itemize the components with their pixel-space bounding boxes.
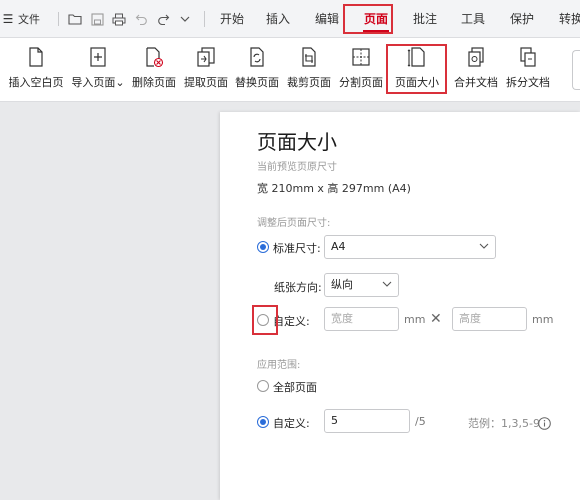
ribbon-tabs: 开始 插入 编辑 页面 批注 工具 保护 转换 xyxy=(198,0,580,38)
divider xyxy=(204,11,205,27)
page-range-input[interactable]: 5 xyxy=(324,409,410,433)
undo-icon[interactable] xyxy=(133,11,149,27)
page-size-icon xyxy=(407,47,425,67)
file-menu-button[interactable]: ☰ 文件 xyxy=(0,9,40,29)
replace-page-button[interactable]: 替换页面 xyxy=(233,46,281,96)
import-page-icon xyxy=(90,47,106,67)
tab-page[interactable]: 页面 xyxy=(351,0,401,38)
orientation-label: 纸张方向: xyxy=(274,281,322,294)
tab-home[interactable]: 开始 xyxy=(211,0,253,38)
page-size-panel: 页面大小 当前预览页原尺寸 宽 210mm x 高 297mm (A4) 调整后… xyxy=(220,112,580,500)
height-input[interactable]: 高度 xyxy=(452,307,527,331)
replace-page-icon xyxy=(250,47,264,67)
print-icon[interactable] xyxy=(111,11,127,27)
ribbon-overflow[interactable] xyxy=(572,50,580,90)
range-example: 范例：1,3,5-9 xyxy=(468,417,540,430)
panel-title: 页面大小 xyxy=(257,130,337,154)
file-menu-label: 文件 xyxy=(18,13,40,26)
tab-convert[interactable]: 转换 xyxy=(547,0,580,38)
ribbon-item-label: 替换页面 xyxy=(235,76,279,89)
ribbon-item-label: 裁剪页面 xyxy=(287,76,331,89)
ribbon-item-label: 删除页面 xyxy=(132,76,176,89)
tab-insert[interactable]: 插入 xyxy=(253,0,303,38)
tab-tools[interactable]: 工具 xyxy=(449,0,497,38)
chevron-down-icon: ⌄ xyxy=(115,76,125,89)
chevron-down-icon xyxy=(479,243,489,249)
quick-access-toolbar xyxy=(56,9,193,29)
times-icon: ✕ xyxy=(430,311,442,327)
folder-icon[interactable] xyxy=(67,11,83,27)
ribbon-item-label: 插入空白页 xyxy=(8,76,64,89)
ribbon-item-label: 页面大小 xyxy=(395,76,439,89)
crop-page-icon xyxy=(302,47,316,67)
ribbon-item-label: 提取页面 xyxy=(184,76,228,89)
split-document-button[interactable]: 拆分文档 xyxy=(504,46,552,96)
orientation-value: 纵向 xyxy=(331,278,353,291)
menu-icon: ☰ xyxy=(2,12,14,26)
ribbon-toolbar: 插入空白页 导入页面⌄ 删除页面 提取页面 替换页面 裁剪页面 分割页面 页面大… xyxy=(0,38,580,102)
height-unit: mm xyxy=(532,313,554,326)
crop-page-button[interactable]: 裁剪页面 xyxy=(285,46,333,96)
redo-icon[interactable] xyxy=(155,11,171,27)
range-custom-radio[interactable] xyxy=(257,416,269,428)
title-bar: ☰ 文件 开始 插入 编辑 页面 批注 工具 保护 转换 xyxy=(0,0,580,38)
tab-protect[interactable]: 保护 xyxy=(497,0,547,38)
standard-size-value: A4 xyxy=(331,240,346,253)
chevron-down-icon[interactable] xyxy=(177,11,193,27)
custom-size-radio[interactable] xyxy=(257,314,269,326)
standard-size-select[interactable]: A4 xyxy=(324,235,496,259)
orientation-select[interactable]: 纵向 xyxy=(324,273,399,297)
width-unit: mm xyxy=(404,313,426,326)
ribbon-item-label: 分割页面 xyxy=(339,76,383,89)
info-icon[interactable] xyxy=(538,415,551,430)
split-doc-icon xyxy=(520,47,536,67)
standard-size-radio[interactable] xyxy=(257,241,269,253)
save-icon[interactable] xyxy=(89,11,105,27)
divider xyxy=(58,12,59,26)
tab-edit[interactable]: 编辑 xyxy=(303,0,351,38)
ribbon-item-label: 合并文档 xyxy=(454,76,498,89)
apply-range-label: 应用范围: xyxy=(257,360,301,371)
blank-page-icon xyxy=(29,47,43,67)
page-total: /5 xyxy=(415,415,426,428)
split-page-button[interactable]: 分割页面 xyxy=(337,46,385,96)
extract-page-button[interactable]: 提取页面 xyxy=(182,46,230,96)
standard-size-label: 标准尺寸: xyxy=(273,242,321,255)
current-size-label: 当前预览页原尺寸 xyxy=(257,162,337,173)
all-pages-radio[interactable] xyxy=(257,380,269,392)
page-size-button[interactable]: 页面大小 xyxy=(389,46,445,96)
delete-page-button[interactable]: 删除页面 xyxy=(130,46,178,96)
import-page-button[interactable]: 导入页面⌄ xyxy=(70,46,126,96)
adjust-size-label: 调整后页面尺寸: xyxy=(257,218,331,229)
custom-size-label: 自定义: xyxy=(273,315,310,328)
insert-blank-page-button[interactable]: 插入空白页 xyxy=(8,46,64,96)
width-input[interactable]: 宽度 xyxy=(324,307,399,331)
extract-page-icon xyxy=(197,47,215,67)
ribbon-item-label: 拆分文档 xyxy=(506,76,550,89)
merge-doc-icon xyxy=(468,47,484,67)
merge-document-button[interactable]: 合并文档 xyxy=(452,46,500,96)
delete-page-icon xyxy=(146,47,164,68)
current-size-value: 宽 210mm x 高 297mm (A4) xyxy=(257,182,411,195)
tab-comment[interactable]: 批注 xyxy=(401,0,449,38)
split-page-icon xyxy=(352,48,370,66)
range-custom-label: 自定义: xyxy=(273,417,310,430)
all-pages-label: 全部页面 xyxy=(273,381,317,394)
ribbon-item-label: 导入页面 xyxy=(71,76,116,89)
chevron-down-icon xyxy=(382,281,392,287)
